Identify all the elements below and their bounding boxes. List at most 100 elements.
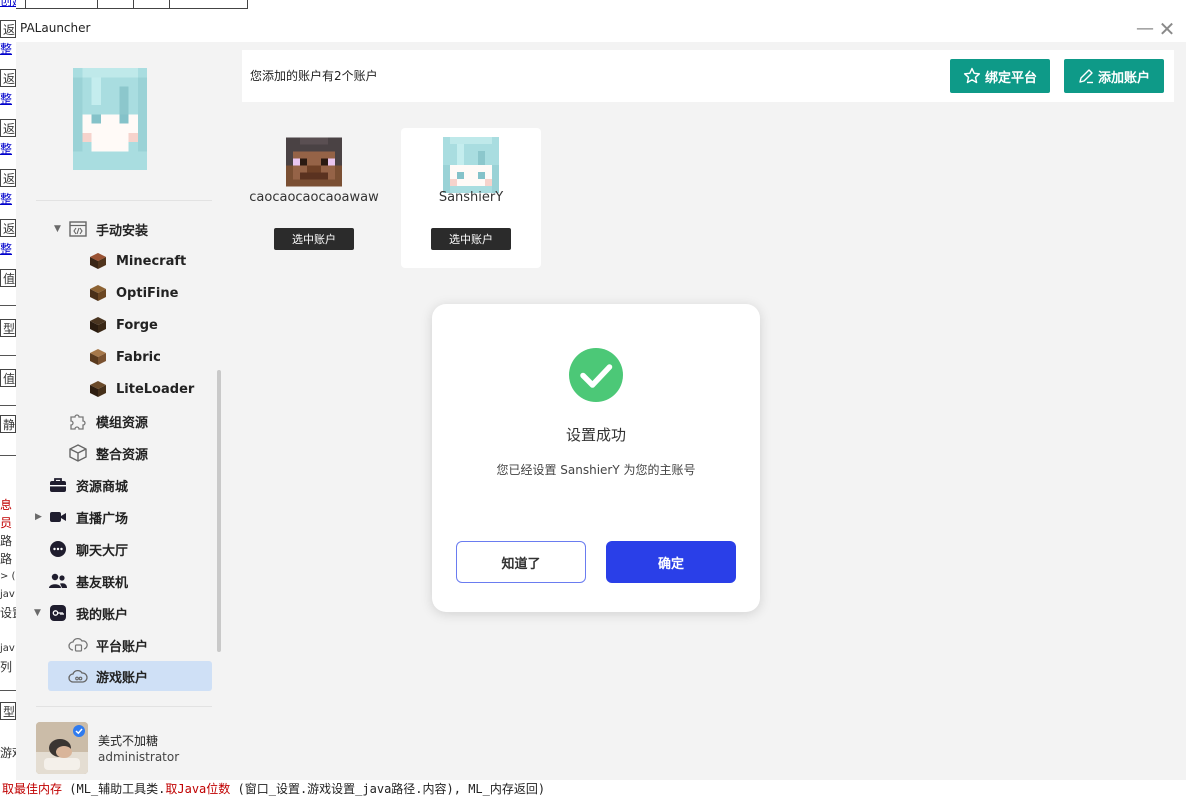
sidebar-item-modpack-resources[interactable]: 整合资源 bbox=[68, 438, 218, 468]
sidebar-item-liteloader[interactable]: LiteLoader bbox=[88, 374, 218, 404]
caret-down-icon: ▼ bbox=[54, 224, 61, 234]
sidebar-item-label: 基友联机 bbox=[76, 575, 129, 591]
sidebar-item-label: LiteLoader bbox=[116, 381, 195, 397]
sidebar: ▼ 手动安装 Minecraft OptiFine Forge Fabric L… bbox=[16, 42, 232, 780]
background-text: 游戏 bbox=[0, 746, 16, 760]
cloud-lock-icon bbox=[68, 635, 88, 655]
minimize-button[interactable]: — bbox=[1135, 18, 1155, 40]
sidebar-item-forge[interactable]: Forge bbox=[88, 310, 218, 340]
sidebar-item-minecraft[interactable]: Minecraft bbox=[88, 246, 218, 276]
background-cell bbox=[169, 0, 248, 9]
background-divider bbox=[0, 355, 16, 356]
sanshiery-head-avatar bbox=[443, 137, 499, 193]
steve-head-avatar bbox=[286, 137, 342, 187]
background-text: 返 bbox=[0, 169, 16, 187]
background-cell bbox=[25, 0, 98, 9]
account-name: caocaocaocaoawaw bbox=[249, 190, 379, 205]
player-avatar bbox=[73, 68, 147, 170]
background-divider bbox=[0, 455, 16, 456]
background-text: 静态 bbox=[0, 415, 16, 433]
sidebar-item-label: OptiFine bbox=[116, 285, 179, 301]
background-text: 路 bbox=[0, 534, 13, 548]
sidebar-item-friends-online[interactable]: 基友联机 bbox=[48, 566, 218, 596]
sidebar-divider bbox=[36, 200, 212, 201]
sidebar-item-fabric[interactable]: Fabric bbox=[88, 342, 218, 372]
add-account-button[interactable]: 添加账户 bbox=[1064, 59, 1164, 93]
sidebar-scrollbar[interactable] bbox=[217, 370, 221, 652]
code-token: (ML_辅助工具类. bbox=[62, 782, 166, 796]
background-text: 路 bbox=[0, 552, 13, 566]
account-count-text: 您添加的账户有2个账户 bbox=[250, 69, 378, 83]
user-card[interactable]: 美式不加糖 administrator bbox=[36, 722, 216, 778]
sidebar-item-label: 资源商城 bbox=[76, 479, 129, 495]
dialog-message: 您已经设置 SanshierY 为您的主账号 bbox=[496, 463, 696, 477]
background-text: 型 bbox=[0, 702, 16, 720]
sidebar-item-label: Forge bbox=[116, 317, 158, 333]
background-divider bbox=[0, 305, 16, 306]
grass-block-icon bbox=[88, 347, 108, 367]
sidebar-item-my-accounts[interactable]: ▼ 我的账户 bbox=[34, 598, 218, 628]
background-divider bbox=[0, 405, 16, 406]
background-text: 整 bbox=[0, 42, 13, 56]
launcher-window: PALauncher — ✕ ▼ 手动安装 Minecraft OptiFine… bbox=[16, 16, 1186, 780]
account-card[interactable]: caocaocaocaoawaw 选中账户 bbox=[244, 128, 384, 268]
box-icon bbox=[68, 443, 88, 463]
video-icon bbox=[48, 507, 68, 527]
sidebar-item-label: 模组资源 bbox=[96, 415, 149, 431]
background-text: 整 bbox=[0, 92, 13, 106]
sidebar-item-live-square[interactable]: ▶ 直播广场 bbox=[35, 502, 218, 532]
key-icon bbox=[48, 603, 68, 623]
star-icon bbox=[963, 67, 981, 85]
background-text: 员 bbox=[0, 516, 13, 530]
sidebar-item-label: 我的账户 bbox=[76, 607, 129, 623]
sidebar-item-label: Fabric bbox=[116, 349, 161, 365]
dialog-title: 设置成功 bbox=[565, 426, 626, 444]
background-divider bbox=[0, 690, 16, 691]
success-dialog: 设置成功 您已经设置 SanshierY 为您的主账号 知道了 确定 bbox=[432, 304, 760, 612]
add-account-label: 添加账户 bbox=[1097, 70, 1150, 86]
background-text: 值 bbox=[0, 269, 16, 287]
sidebar-divider bbox=[36, 706, 212, 707]
sidebar-item-chat-hall[interactable]: 聊天大厅 bbox=[48, 534, 218, 564]
background-ide-column: 创建 返 整 返 整 返 整 返 整 返 整 值 型 值 静态 息 员 路 路 … bbox=[0, 0, 16, 800]
check-circle-icon bbox=[569, 348, 623, 402]
select-account-button[interactable]: 选中账户 bbox=[431, 228, 511, 250]
sidebar-item-optifine[interactable]: OptiFine bbox=[88, 278, 218, 308]
grass-block-icon bbox=[88, 283, 108, 303]
background-text: 创建 bbox=[0, 0, 16, 8]
app-title: PALauncher bbox=[20, 21, 91, 35]
background-text: 整 bbox=[0, 142, 13, 156]
background-text: jav bbox=[0, 643, 15, 654]
cloud-game-icon bbox=[68, 666, 88, 686]
briefcase-icon bbox=[48, 475, 68, 495]
account-card-selected[interactable]: SanshierY 选中账户 bbox=[401, 128, 541, 268]
user-role: administrator bbox=[98, 750, 180, 764]
sidebar-item-manual-install[interactable]: ▼ 手动安装 bbox=[54, 214, 218, 244]
avatar bbox=[36, 722, 88, 774]
sidebar-item-label: 平台账户 bbox=[96, 639, 149, 655]
background-text: 值 bbox=[0, 369, 16, 387]
bind-platform-button[interactable]: 绑定平台 bbox=[950, 59, 1050, 93]
user-name: 美式不加糖 bbox=[98, 734, 159, 748]
sidebar-item-label: 手动安装 bbox=[96, 223, 149, 239]
sidebar-item-game-account[interactable]: 游戏账户 bbox=[48, 661, 212, 691]
chat-icon bbox=[48, 539, 68, 559]
puzzle-icon bbox=[68, 411, 88, 431]
title-bar: PALauncher — ✕ bbox=[16, 16, 1186, 42]
sidebar-item-platform-account[interactable]: 平台账户 bbox=[68, 630, 218, 660]
sidebar-item-mod-resources[interactable]: 模组资源 bbox=[68, 406, 218, 436]
grass-block-icon bbox=[88, 379, 108, 399]
caret-down-icon: ▼ bbox=[34, 608, 41, 618]
grass-block-icon bbox=[88, 315, 108, 335]
got-it-button[interactable]: 知道了 bbox=[456, 541, 586, 583]
close-button[interactable]: ✕ bbox=[1157, 18, 1177, 40]
caret-right-icon: ▶ bbox=[35, 512, 42, 522]
sidebar-item-label: 整合资源 bbox=[96, 447, 149, 463]
select-account-button[interactable]: 选中账户 bbox=[274, 228, 354, 250]
background-text: 返 bbox=[0, 119, 16, 137]
confirm-button[interactable]: 确定 bbox=[606, 541, 736, 583]
background-text: jav bbox=[0, 589, 15, 600]
grass-block-icon bbox=[88, 251, 108, 271]
sidebar-item-resource-store[interactable]: 资源商城 bbox=[48, 470, 218, 500]
background-table-header bbox=[0, 0, 248, 9]
